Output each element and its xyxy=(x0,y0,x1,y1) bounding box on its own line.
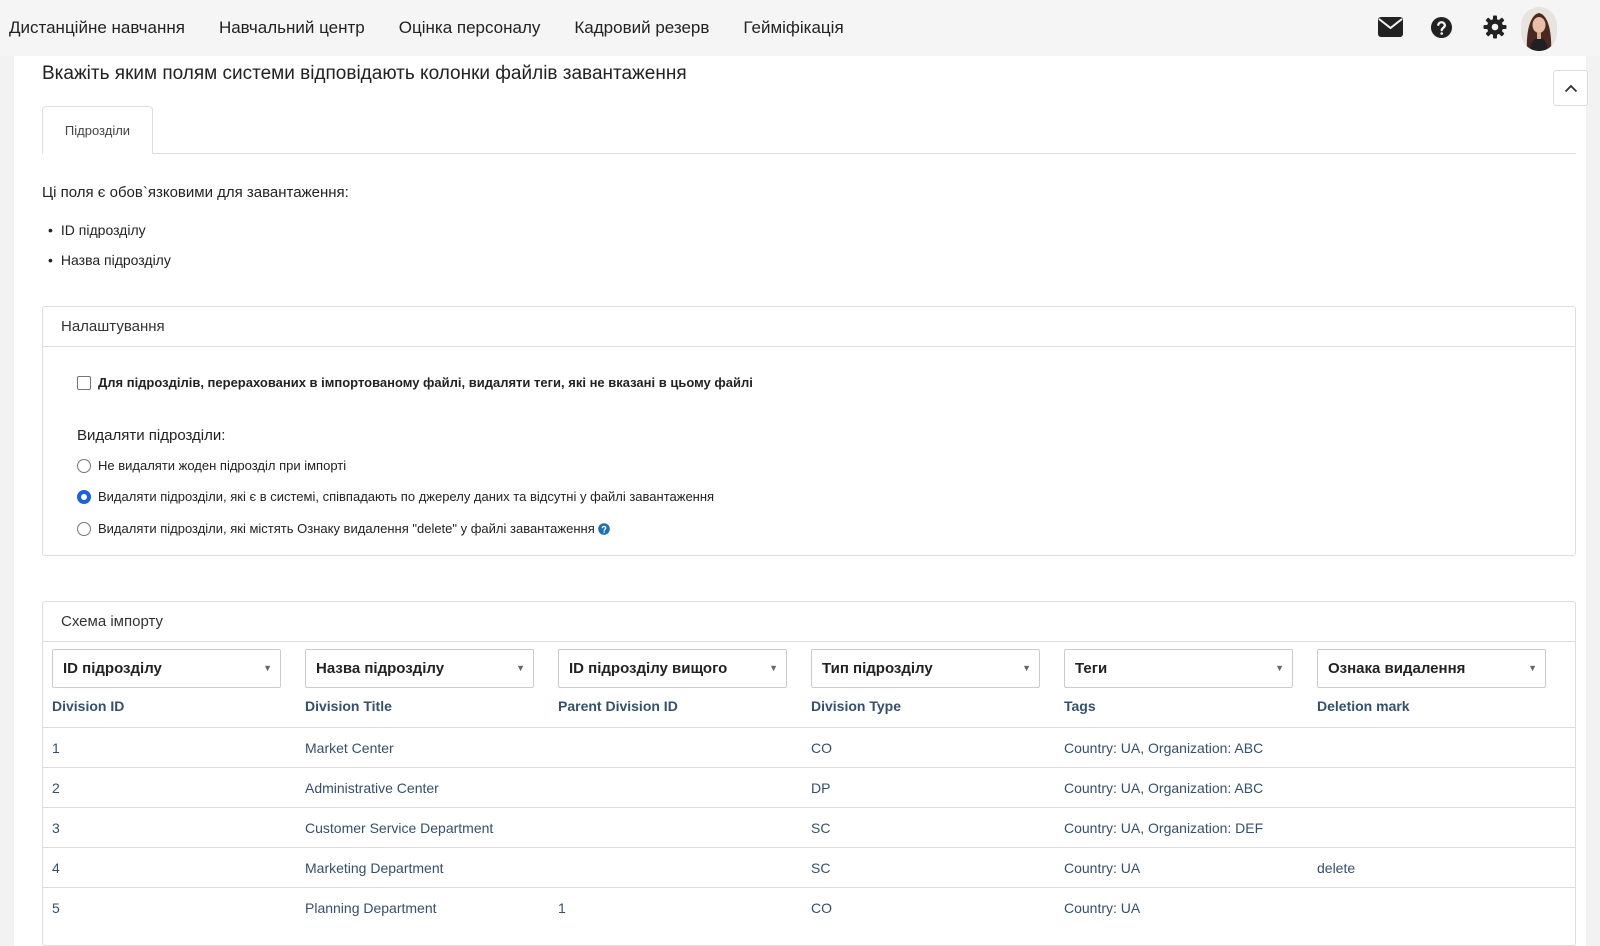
dropdown-caret-icon: ▼ xyxy=(263,663,272,673)
table-cell: 4 xyxy=(52,860,60,876)
select-parent-division-id[interactable]: ID підрозділу вищого ▼ xyxy=(558,649,787,688)
remove-tags-checkbox[interactable] xyxy=(77,375,91,390)
main-content: Вкажіть яким полям системи відповідають … xyxy=(14,56,1588,946)
table-row: 4 Marketing Department SC Country: UA de… xyxy=(43,847,1575,887)
table-cell: 5 xyxy=(52,900,60,916)
column-header-division-id: Division ID xyxy=(52,698,125,714)
help-icon[interactable] xyxy=(1428,14,1454,40)
settings-panel-title: Налаштування xyxy=(43,307,1575,347)
required-field-item: Назва підрозділу xyxy=(48,252,171,282)
select-value: Назва підрозділу xyxy=(316,660,445,677)
select-deletion-mark[interactable]: Ознака видалення ▼ xyxy=(1317,649,1546,688)
nav-item-gamification[interactable]: Гейміфікація xyxy=(743,18,843,38)
dropdown-caret-icon: ▼ xyxy=(1275,663,1284,673)
select-division-id[interactable]: ID підрозділу ▼ xyxy=(52,649,281,688)
radio-option-no-delete[interactable]: Не видаляти жоден підрозділ при імпорті xyxy=(77,458,346,473)
column-header-deletion-mark: Deletion mark xyxy=(1317,698,1410,714)
table-cell: Marketing Department xyxy=(305,860,444,876)
table-cell: Country: UA xyxy=(1064,900,1141,916)
table-cell: CO xyxy=(811,900,832,916)
nav-item-distance-learning[interactable]: Дистанційне навчання xyxy=(9,18,185,38)
table-row: 5 Planning Department 1 CO Country: UA xyxy=(43,887,1575,927)
required-fields-list: ID підрозділу Назва підрозділу xyxy=(48,222,171,282)
table-row: 1 Market Center CO Country: UA, Organiza… xyxy=(43,727,1575,767)
table-cell: 1 xyxy=(52,740,60,756)
table-cell: Planning Department xyxy=(305,900,437,916)
column-header-parent-division-id: Parent Division ID xyxy=(558,698,678,714)
radio-label: Не видаляти жоден підрозділ при імпорті xyxy=(98,458,347,473)
select-division-type[interactable]: Тип підрозділу ▼ xyxy=(811,649,1040,688)
table-cell: Country: UA, Organization: DEF xyxy=(1064,820,1264,836)
radio-button[interactable] xyxy=(77,458,91,473)
top-navigation: Дистанційне навчання Навчальний центр Оц… xyxy=(0,0,1600,56)
table-cell: Country: UA xyxy=(1064,860,1141,876)
tabs-divider xyxy=(42,153,1576,154)
required-fields-text: Ці поля є обов`язковими для завантаження… xyxy=(42,184,349,201)
table-cell: 1 xyxy=(558,900,566,916)
table-cell: Country: UA, Organization: ABC xyxy=(1064,780,1264,796)
column-header-division-title: Division Title xyxy=(305,698,392,714)
table-cell: SC xyxy=(811,820,831,836)
table-cell: DP xyxy=(811,780,831,796)
dropdown-caret-icon: ▼ xyxy=(1022,663,1031,673)
select-value: ID підрозділу вищого xyxy=(569,660,728,677)
nav-item-training-center[interactable]: Навчальний центр xyxy=(219,18,365,38)
table-cell: Customer Service Department xyxy=(305,820,494,836)
mail-icon[interactable] xyxy=(1377,14,1403,40)
select-value: Ознака видалення xyxy=(1328,660,1466,677)
import-schema-title: Схема імпорту xyxy=(43,602,1575,642)
import-schema-panel: Схема імпорту ID підрозділу ▼ Назва підро… xyxy=(42,601,1576,946)
main-menu: Дистанційне навчання Навчальний центр Оц… xyxy=(0,18,878,38)
radio-label: Видаляти підрозділи, які є в системі, сп… xyxy=(98,489,715,504)
chevron-up-icon xyxy=(1564,84,1577,92)
delete-divisions-label: Видаляти підрозділи: xyxy=(77,427,226,444)
avatar[interactable] xyxy=(1521,7,1557,51)
gear-icon[interactable] xyxy=(1482,14,1508,40)
settings-panel: Налаштування Для підрозділів, перерахова… xyxy=(42,306,1576,556)
dropdown-caret-icon: ▼ xyxy=(769,663,778,673)
table-row: 3 Customer Service Department SC Country… xyxy=(43,807,1575,847)
remove-tags-label: Для підрозділів, перерахованих в імпорто… xyxy=(98,375,753,390)
table-cell: Administrative Center xyxy=(305,780,439,796)
select-value: Тип підрозділу xyxy=(822,660,933,677)
radio-label: Видаляти підрозділи, які містять Ознаку … xyxy=(98,521,595,536)
column-header-tags: Tags xyxy=(1064,698,1096,714)
select-division-title[interactable]: Назва підрозділу ▼ xyxy=(305,649,534,688)
required-field-item: ID підрозділу xyxy=(48,222,171,252)
select-tags[interactable]: Теги ▼ xyxy=(1064,649,1293,688)
select-value: Теги xyxy=(1075,660,1108,677)
select-value: ID підрозділу xyxy=(63,660,162,677)
remove-tags-option: Для підрозділів, перерахованих в імпорто… xyxy=(77,375,753,390)
question-circle-icon[interactable] xyxy=(597,522,610,535)
table-cell: 3 xyxy=(52,820,60,836)
radio-button-selected[interactable] xyxy=(77,489,91,504)
column-header-division-type: Division Type xyxy=(811,698,901,714)
table-cell: CO xyxy=(811,740,832,756)
nav-item-personnel-assessment[interactable]: Оцінка персоналу xyxy=(399,18,541,38)
radio-option-delete-marked[interactable]: Видаляти підрозділи, які містять Ознаку … xyxy=(77,521,610,536)
nav-item-talent-pool[interactable]: Кадровий резерв xyxy=(574,18,709,38)
dropdown-caret-icon: ▼ xyxy=(1528,663,1537,673)
radio-button[interactable] xyxy=(77,521,91,536)
radio-option-delete-missing[interactable]: Видаляти підрозділи, які є в системі, сп… xyxy=(77,489,714,504)
table-row: 2 Administrative Center DP Country: UA, … xyxy=(43,767,1575,807)
tab-divisions[interactable]: Підрозділи xyxy=(42,106,153,154)
dropdown-caret-icon: ▼ xyxy=(516,663,525,673)
table-cell: delete xyxy=(1317,860,1356,876)
collapse-button[interactable] xyxy=(1553,70,1588,106)
page-title: Вкажіть яким полям системи відповідають … xyxy=(42,63,687,84)
table-cell: SC xyxy=(811,860,831,876)
table-cell: 2 xyxy=(52,780,60,796)
table-cell: Country: UA, Organization: ABC xyxy=(1064,740,1264,756)
table-cell: Market Center xyxy=(305,740,394,756)
